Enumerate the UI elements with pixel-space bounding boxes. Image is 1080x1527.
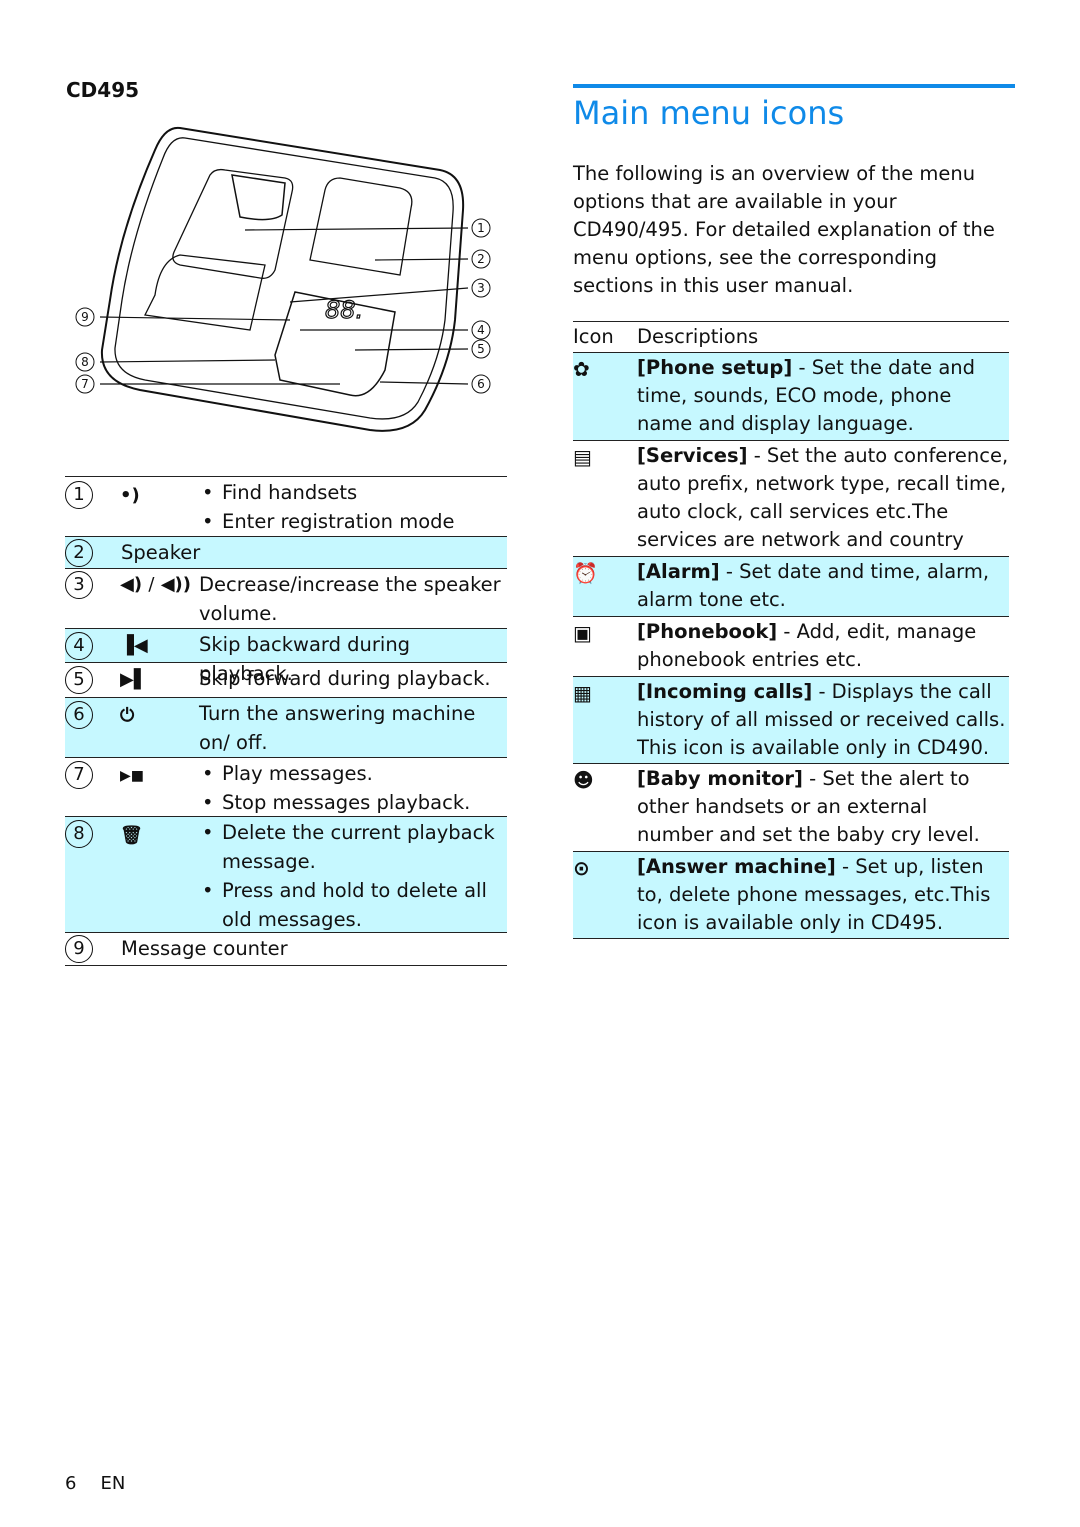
- row-text: Skip forward during playback.: [199, 667, 491, 690]
- language-code: EN: [100, 1473, 126, 1494]
- power-icon: ⏻: [120, 705, 135, 726]
- table-header: Icon Descriptions: [573, 322, 1009, 353]
- list-item: Delete the current playback message.: [200, 818, 505, 876]
- row-text: Decrease/increase the speaker volume.: [199, 573, 501, 625]
- menu-name: [Phone setup]: [637, 356, 793, 379]
- base-station-illustration: 88. 1 2 3 4 5 6 7 8 9: [75, 126, 491, 432]
- legend-row: 7 ▶■ Play messages.Stop messages playbac…: [65, 758, 507, 817]
- phonebook-icon: ▣: [573, 621, 592, 645]
- play-stop-icon: ▶■: [120, 768, 144, 784]
- legend-row: 8 🗑 Delete the current playback message.…: [65, 817, 507, 933]
- delete-icon: 🗑: [120, 825, 143, 846]
- row-number: 8: [65, 820, 93, 848]
- list-item: Find handsets: [200, 478, 505, 507]
- skip-forward-icon: ▶▌: [120, 669, 148, 690]
- intro-text: The following is an overview of the menu…: [573, 162, 995, 297]
- callout-5: 5: [477, 342, 485, 356]
- legend-row: 4 ▐◀ Skip backward during playback.: [65, 629, 507, 685]
- callout-8: 8: [81, 355, 89, 369]
- menu-name: [Alarm]: [637, 560, 720, 583]
- callout-1: 1: [477, 221, 485, 235]
- menu-row-phonebook: ▣ [Phonebook] - Add, edit, manage phoneb…: [573, 617, 1009, 677]
- legend-row: 5 ▶▌ Skip forward during playback.: [65, 663, 507, 698]
- menu-icons-table: Icon Descriptions ✿ [Phone setup] - Set …: [573, 321, 1009, 939]
- alarm-clock-icon: ⏰: [573, 561, 598, 585]
- callout-4: 4: [477, 323, 485, 337]
- row-text: Message counter: [121, 937, 288, 960]
- answer-machine-icon: ⊙: [573, 856, 590, 880]
- row-number: 5: [65, 666, 93, 694]
- legend-row: 6 ⏻ Turn the answering machine on/ off.: [65, 698, 507, 758]
- menu-name: [Baby monitor]: [637, 767, 803, 790]
- callout-6: 6: [477, 377, 485, 391]
- legend-row: 3 ◀) / ◀)) Decrease/increase the speaker…: [65, 569, 507, 629]
- menu-name: [Phonebook]: [637, 620, 778, 643]
- menu-row-incoming-calls: ▦ [Incoming calls] - Displays the call h…: [573, 677, 1009, 764]
- menu-row-alarm-clock: ⏰ [Alarm] - Set date and time, alarm, al…: [573, 557, 1009, 617]
- menu-name: [Services]: [637, 444, 748, 467]
- row-text: Speaker: [121, 541, 201, 564]
- display-digits: 88.: [325, 296, 363, 324]
- page-title: Main menu icons: [573, 94, 845, 132]
- briefcase-icon: ▤: [573, 445, 592, 469]
- row-number: 7: [65, 761, 93, 789]
- volume-icon: ◀) / ◀)): [120, 574, 191, 595]
- callout-9: 9: [81, 310, 89, 324]
- legend-row: 9 Message counter: [65, 933, 507, 966]
- row-number: 2: [65, 539, 93, 567]
- row-number: 3: [65, 571, 93, 599]
- menu-row-baby-monitor: ☻ [Baby monitor] - Set the alert to othe…: [573, 764, 1009, 852]
- row-number: 4: [65, 632, 93, 660]
- legend-row: 1 •) Find handsetsEnter registration mod…: [65, 477, 507, 537]
- find-handsets-icon: •): [120, 485, 140, 506]
- list-item: Stop messages playback.: [200, 788, 505, 817]
- menu-row-answer-machine: ⊙ [Answer machine] - Set up, listen to, …: [573, 852, 1009, 939]
- callout-7: 7: [81, 377, 89, 391]
- callout-2: 2: [477, 252, 485, 266]
- header-descriptions: Descriptions: [637, 325, 759, 348]
- legend-row: 2 Speaker: [65, 537, 507, 569]
- row-text: Turn the answering machine on/ off.: [199, 702, 476, 754]
- baby-monitor-icon: ☻: [573, 768, 594, 792]
- button-legend-table: 1 •) Find handsetsEnter registration mod…: [65, 476, 507, 966]
- menu-name: [Answer machine]: [637, 855, 836, 878]
- page-number: 6: [65, 1473, 77, 1494]
- model-label: CD495: [66, 78, 140, 102]
- icon-separator: /: [148, 574, 155, 595]
- row-number: 6: [65, 701, 93, 729]
- row-number: 1: [65, 481, 93, 509]
- incoming-calls-icon: ▦: [573, 681, 592, 705]
- gear-icon: ✿: [573, 357, 590, 381]
- callout-3: 3: [477, 281, 485, 295]
- page-footer: 6 EN: [65, 1473, 149, 1494]
- menu-row-briefcase: ▤ [Services] - Set the auto conference, …: [573, 441, 1009, 579]
- list-item: Play messages.: [200, 759, 505, 788]
- heading-rule: [573, 84, 1015, 88]
- list-item: Press and hold to delete all old message…: [200, 876, 505, 934]
- header-icon: Icon: [573, 325, 614, 348]
- menu-name: [Incoming calls]: [637, 680, 813, 703]
- list-item: Enter registration mode: [200, 507, 505, 536]
- skip-back-icon: ▐◀: [120, 635, 148, 656]
- menu-row-gear: ✿ [Phone setup] - Set the date and time,…: [573, 353, 1009, 441]
- row-number: 9: [65, 935, 93, 963]
